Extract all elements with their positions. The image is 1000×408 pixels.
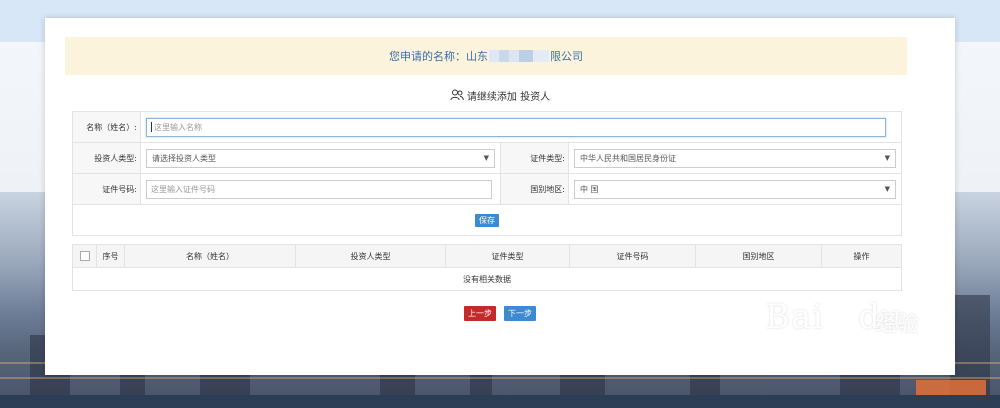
redacted-name-block (489, 50, 549, 62)
empty-table-message: 没有相关数据 (463, 274, 511, 284)
id-number-placeholder: 这里输入证件号码 (151, 184, 215, 194)
select-all-checkbox[interactable] (79, 251, 90, 261)
previous-step-button[interactable]: 上一步 (464, 306, 496, 321)
form-row-save: 保存 (73, 205, 901, 235)
applied-name-notice: 您申请的名称：山东 限公司 (65, 37, 907, 75)
baidu-jingyan-watermark: Bai du 经验 jingyan.baidu.com (765, 297, 965, 382)
investor-type-select[interactable]: 请选择投资人类型 ▼ (146, 148, 495, 168)
id-type-value: 中华人民共和国居民身份证 (580, 153, 676, 163)
users-icon (450, 89, 464, 101)
id-type-label: 证件类型: (501, 143, 569, 173)
column-header: 国别地区 (696, 245, 822, 267)
dropdown-arrow-icon: ▼ (884, 185, 890, 193)
watermark-jingyan: 经验 (875, 312, 920, 337)
text-caret (151, 122, 152, 132)
notice-prefix: 您申请的名称：山东 (389, 50, 488, 63)
column-header: 证件类型 (446, 245, 570, 267)
name-input-placeholder: 这里输入名称 (154, 122, 202, 132)
footer-accent (916, 380, 986, 395)
form-row-id-region: 证件号码: 这里输入证件号码 国别地区: 中 国 ▼ (73, 174, 901, 205)
column-header: 序号 (97, 245, 125, 267)
dropdown-arrow-icon: ▼ (884, 154, 890, 162)
save-button[interactable]: 保存 (475, 213, 499, 227)
form-row-name: 名称（姓名）: 这里输入名称 (73, 112, 901, 143)
column-header: 操作 (853, 251, 870, 261)
dropdown-arrow-icon: ▼ (483, 154, 489, 162)
footer-bar (0, 395, 1000, 408)
region-value: 中 国 (580, 184, 599, 194)
form-row-types: 投资人类型: 请选择投资人类型 ▼ 证件类型: 中华人民共和国居民身份证 ▼ (73, 143, 901, 174)
add-investor-text: 请继续添加 投资人 (466, 91, 551, 103)
watermark-url: jingyan.baidu.com (771, 358, 890, 371)
id-number-input[interactable]: 这里输入证件号码 (146, 179, 492, 199)
next-step-button[interactable]: 下一步 (504, 306, 536, 321)
investor-type-value: 请选择投资人类型 (152, 153, 216, 163)
id-number-label: 证件号码: (73, 174, 141, 204)
add-investor-heading: 请继续添加 投资人 (45, 87, 955, 103)
column-header: 证件号码 (570, 245, 696, 267)
column-header: 名称（姓名） (125, 245, 296, 267)
table-header: 序号 名称（姓名） 投资人类型 证件类型 证件号码 国别地区 操作 (73, 245, 901, 268)
investor-table: 序号 名称（姓名） 投资人类型 证件类型 证件号码 国别地区 操作 没有相关数据 (72, 244, 902, 291)
notice-suffix: 限公司 (550, 50, 583, 63)
id-type-select[interactable]: 中华人民共和国居民身份证 ▼ (574, 148, 896, 168)
region-label: 国别地区: (501, 174, 569, 204)
name-label: 名称（姓名）: (73, 112, 141, 142)
name-input[interactable]: 这里输入名称 (146, 117, 886, 137)
investor-form: 名称（姓名）: 这里输入名称 投资人类型: 请选择投资人类型 ▼ 证件类型: 中… (72, 111, 902, 236)
investor-type-label: 投资人类型: (73, 143, 141, 173)
paw-icon (831, 303, 858, 332)
column-header: 投资人类型 (296, 245, 446, 267)
region-select[interactable]: 中 国 ▼ (574, 179, 896, 199)
